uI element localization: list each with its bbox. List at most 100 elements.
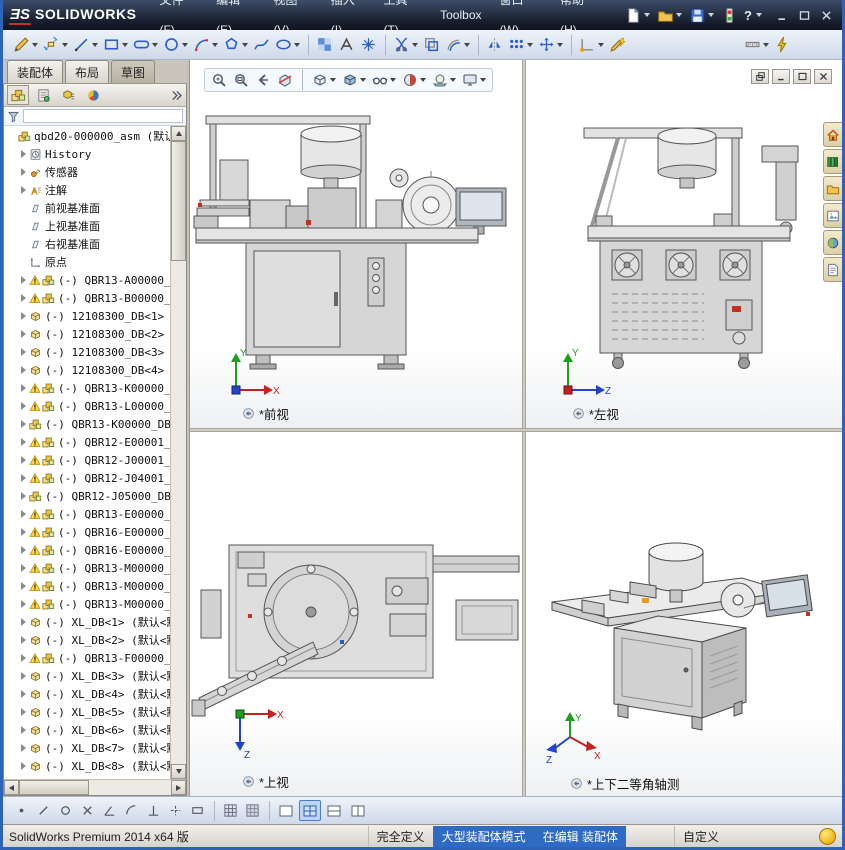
snap-circ-button[interactable] bbox=[55, 801, 75, 821]
expand-arrow[interactable] bbox=[18, 402, 29, 410]
tool-polygon-button[interactable] bbox=[221, 34, 250, 55]
expand-arrow[interactable] bbox=[18, 708, 29, 716]
vp-two-h-button[interactable] bbox=[323, 800, 345, 821]
tree-item-13[interactable]: (-) QBR13-K00000_DB_ASM bbox=[4, 379, 170, 397]
help-button[interactable]: ? bbox=[740, 8, 766, 23]
viewport-splitter-horizontal[interactable] bbox=[190, 428, 842, 432]
tab-2[interactable]: 草图 bbox=[111, 60, 155, 83]
taskpane-custom-props-tab[interactable] bbox=[823, 257, 842, 282]
tool-rect-button[interactable] bbox=[101, 34, 130, 55]
fm-tree-tab[interactable] bbox=[7, 85, 29, 105]
tab-1[interactable]: 布局 bbox=[65, 60, 109, 83]
doc-restore-button[interactable] bbox=[751, 69, 769, 84]
expand-arrow[interactable] bbox=[18, 672, 29, 680]
tree-item-1[interactable]: 传感器 bbox=[4, 163, 170, 181]
scroll-right-button[interactable] bbox=[171, 780, 186, 795]
tree-item-28[interactable]: (-) QBR13-F00000_DB_ bbox=[4, 649, 170, 667]
expand-arrow[interactable] bbox=[18, 654, 29, 662]
tree-item-10[interactable]: (-) 12108300_DB<2> (默认< bbox=[4, 325, 170, 343]
doc-minimize-button[interactable] bbox=[772, 69, 790, 84]
expand-arrow[interactable] bbox=[18, 510, 29, 518]
tree-item-4[interactable]: 上视基准面 bbox=[4, 217, 170, 235]
vp-two-v-button[interactable] bbox=[347, 800, 369, 821]
tree-item-26[interactable]: (-) XL_DB<1> (默认<默认 bbox=[4, 613, 170, 631]
taskpane-file-explorer-tab[interactable] bbox=[823, 176, 842, 201]
tree-item-11[interactable]: (-) 12108300_DB<3> (默认< bbox=[4, 343, 170, 361]
expand-arrow[interactable] bbox=[18, 492, 29, 500]
tree-item-33[interactable]: (-) XL_DB<7> (默认<默认 bbox=[4, 739, 170, 757]
tree-item-8[interactable]: (-) QBR13-B00000_DB_ bbox=[4, 289, 170, 307]
tool-patch-button[interactable] bbox=[314, 34, 335, 55]
tool-text-tool-button[interactable] bbox=[336, 34, 357, 55]
tree-horizontal-scrollbar[interactable] bbox=[4, 779, 186, 795]
tool-move-button[interactable] bbox=[536, 34, 565, 55]
expand-arrow[interactable] bbox=[18, 618, 29, 626]
expand-arrow[interactable] bbox=[18, 456, 29, 464]
section-button[interactable] bbox=[275, 70, 295, 90]
tree-item-30[interactable]: (-) XL_DB<4> (默认<默认 bbox=[4, 685, 170, 703]
tool-rapid-button[interactable] bbox=[607, 34, 628, 55]
expand-arrow[interactable] bbox=[18, 348, 29, 356]
snap-hv-button[interactable] bbox=[165, 801, 185, 821]
menu-item-5[interactable]: Toolbox bbox=[431, 0, 490, 30]
tree-item-6[interactable]: 原点 bbox=[4, 253, 170, 271]
open-button[interactable] bbox=[655, 5, 684, 26]
tree-item-29[interactable]: (-) XL_DB<3> (默认<默认 bbox=[4, 667, 170, 685]
tree-filter-input[interactable] bbox=[23, 109, 183, 123]
scroll-down-button[interactable] bbox=[171, 764, 186, 779]
tool-slot-button[interactable] bbox=[131, 34, 160, 55]
tool-sketch-button[interactable] bbox=[11, 34, 40, 55]
tool-snaps-button[interactable] bbox=[577, 34, 606, 55]
scroll-up-button[interactable] bbox=[171, 126, 186, 141]
new-doc-button[interactable] bbox=[623, 5, 652, 26]
zoom-fit-button[interactable] bbox=[209, 70, 229, 90]
taskpane-design-library-tab[interactable] bbox=[823, 149, 842, 174]
tree-item-24[interactable]: (-) QBR13-M00000_DB_ bbox=[4, 577, 170, 595]
tree-item-14[interactable]: (-) QBR13-L00000_DB_ bbox=[4, 397, 170, 415]
grid1-button[interactable] bbox=[220, 801, 240, 821]
vp-single-button[interactable] bbox=[275, 800, 297, 821]
zoom-area-button[interactable] bbox=[231, 70, 251, 90]
tool-trim-button[interactable] bbox=[391, 34, 420, 55]
hscrollbar-track[interactable] bbox=[19, 780, 171, 795]
tree-item-16[interactable]: (-) QBR12-E00001_DB_ bbox=[4, 433, 170, 451]
taskpane-appearances-tab[interactable] bbox=[823, 230, 842, 255]
expand-arrow[interactable] bbox=[18, 582, 29, 590]
tool-ellipse-button[interactable] bbox=[273, 34, 302, 55]
expand-arrow[interactable] bbox=[18, 186, 29, 194]
tree-item-12[interactable]: (-) 12108300_DB<4> (默认< bbox=[4, 361, 170, 379]
expand-arrow[interactable] bbox=[18, 690, 29, 698]
save-button[interactable] bbox=[687, 5, 716, 26]
taskpane-home-tab[interactable] bbox=[823, 122, 842, 147]
tree-item-34[interactable]: (-) XL_DB<8> (默认<默认 bbox=[4, 757, 170, 775]
tool-arc-button[interactable] bbox=[191, 34, 220, 55]
expand-arrow[interactable] bbox=[18, 150, 29, 158]
expand-arrow[interactable] bbox=[18, 366, 29, 374]
tree-item-32[interactable]: (-) XL_DB<6> (默认<默认 bbox=[4, 721, 170, 739]
expand-arrow[interactable] bbox=[18, 438, 29, 446]
snap-dot-button[interactable] bbox=[11, 801, 31, 821]
doc-maximize-button[interactable] bbox=[793, 69, 811, 84]
maximize-button[interactable] bbox=[794, 6, 814, 24]
expand-arrow[interactable] bbox=[18, 312, 29, 320]
scene-button[interactable] bbox=[430, 70, 458, 90]
vp-four-button[interactable] bbox=[299, 800, 321, 821]
tree-item-22[interactable]: (-) QBR16-E00000_DB_ bbox=[4, 541, 170, 559]
snap-angle-button[interactable] bbox=[99, 801, 119, 821]
tab-0[interactable]: 装配体 bbox=[7, 60, 63, 83]
expand-arrow[interactable] bbox=[18, 744, 29, 752]
tree-item-23[interactable]: (-) QBR13-M00000_DB_ bbox=[4, 559, 170, 577]
fm-config-tab[interactable] bbox=[57, 85, 79, 105]
expand-arrow[interactable] bbox=[18, 276, 29, 284]
expand-arrow[interactable] bbox=[18, 528, 29, 536]
expand-arrow[interactable] bbox=[18, 636, 29, 644]
tree-item-19[interactable]: (-) QBR12-J05000_DB_ASM bbox=[4, 487, 170, 505]
tool-point-button[interactable] bbox=[358, 34, 379, 55]
tree-vertical-scrollbar[interactable] bbox=[170, 126, 186, 779]
quick-tip-icon[interactable] bbox=[819, 828, 836, 845]
expand-arrow[interactable] bbox=[18, 762, 29, 770]
snap-slash-button[interactable] bbox=[33, 801, 53, 821]
fm-props-tab[interactable] bbox=[32, 85, 54, 105]
tool-dimension-button[interactable] bbox=[41, 34, 70, 55]
tree-item-21[interactable]: (-) QBR16-E00000_DB_ bbox=[4, 523, 170, 541]
